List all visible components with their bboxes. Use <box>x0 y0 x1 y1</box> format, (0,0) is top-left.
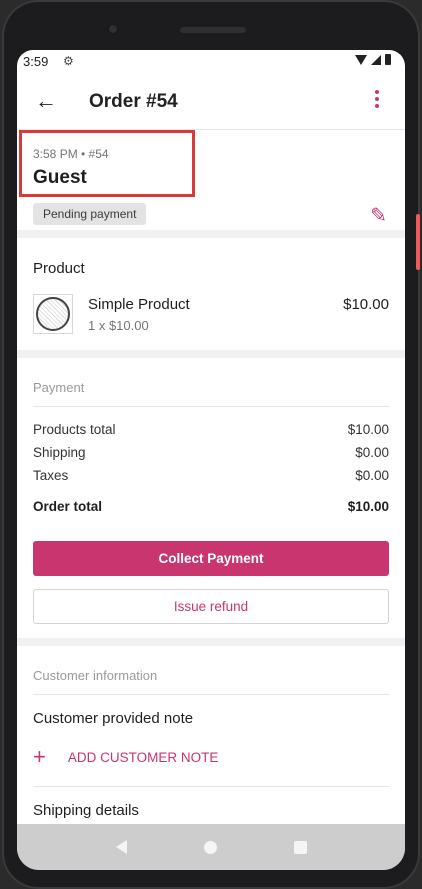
battery-icon <box>385 54 391 65</box>
order-total-row: Order total $10.00 <box>33 499 389 514</box>
product-price: $10.00 <box>343 296 389 313</box>
status-bar: 3:59 ⚙ <box>17 50 405 72</box>
order-total-value: $10.00 <box>347 499 389 514</box>
payment-row-value: $0.00 <box>355 445 389 460</box>
product-section-title: Product <box>33 260 85 277</box>
nav-recents-icon[interactable] <box>293 840 307 854</box>
side-button[interactable] <box>416 214 420 270</box>
collect-payment-button[interactable]: Collect Payment <box>33 541 389 576</box>
status-badge: Pending payment <box>33 203 147 225</box>
divider <box>33 694 389 695</box>
divider <box>33 406 389 407</box>
divider <box>33 786 389 787</box>
device-frame: 3:59 ⚙ ← Order #54 3:58 PM • #54 Guest P… <box>2 0 420 889</box>
issue-refund-button[interactable]: Issue refund <box>33 589 389 624</box>
nav-home-icon[interactable] <box>203 840 217 854</box>
toolbar: ← Order #54 <box>17 72 405 130</box>
status-time: 3:59 <box>23 54 49 69</box>
order-total-label: Order total <box>33 499 103 514</box>
payment-row-label: Shipping <box>33 445 86 460</box>
payment-row: Products total $10.00 <box>33 422 389 437</box>
speaker-grille <box>180 27 246 33</box>
status-icons <box>355 54 391 65</box>
wifi-icon <box>355 54 367 65</box>
nav-back-icon[interactable] <box>115 840 127 854</box>
add-customer-note-label: ADD CUSTOMER NOTE <box>67 749 219 765</box>
more-vert-icon[interactable] <box>375 90 379 111</box>
plus-icon: + <box>33 744 46 769</box>
product-quantity: 1 x $10.00 <box>88 318 149 333</box>
product-thumbnail[interactable] <box>33 294 73 334</box>
signal-icon <box>371 54 381 65</box>
payment-section: Payment Products total $10.00 Shipping $… <box>17 358 405 646</box>
gear-icon: ⚙ <box>63 54 74 68</box>
customer-note-title: Customer provided note <box>33 710 194 727</box>
product-seal-icon <box>36 297 70 331</box>
payment-row-value: $10.00 <box>347 422 389 437</box>
customer-name: Guest <box>33 167 87 188</box>
product-name[interactable]: Simple Product <box>88 296 190 313</box>
device-top-bezel <box>2 0 420 50</box>
pencil-icon[interactable]: ✎ <box>370 203 387 228</box>
camera-icon <box>106 22 120 36</box>
product-section: Product Simple Product 1 x $10.00 $10.00 <box>17 238 405 358</box>
payment-row-label: Taxes <box>33 468 69 483</box>
payment-row: Shipping $0.00 <box>33 445 389 460</box>
payment-row: Taxes $0.00 <box>33 468 389 483</box>
payment-section-title: Payment <box>33 380 85 395</box>
system-nav-bar <box>17 824 405 870</box>
page-title: Order #54 <box>89 91 178 112</box>
screen: 3:59 ⚙ ← Order #54 3:58 PM • #54 Guest P… <box>17 50 405 870</box>
arrow-left-icon[interactable]: ← <box>35 88 57 114</box>
order-date-line: 3:58 PM • #54 <box>33 147 109 161</box>
payment-row-value: $0.00 <box>355 468 389 483</box>
shipping-details-title: Shipping details <box>33 802 139 819</box>
payment-row-label: Products total <box>33 422 116 437</box>
add-customer-note-button[interactable]: + ADD CUSTOMER NOTE <box>33 746 218 768</box>
customer-section-title: Customer information <box>33 668 158 683</box>
customer-section: Customer information Customer provided n… <box>17 646 405 846</box>
order-header: 3:58 PM • #54 Guest Pending payment ✎ <box>17 130 405 238</box>
